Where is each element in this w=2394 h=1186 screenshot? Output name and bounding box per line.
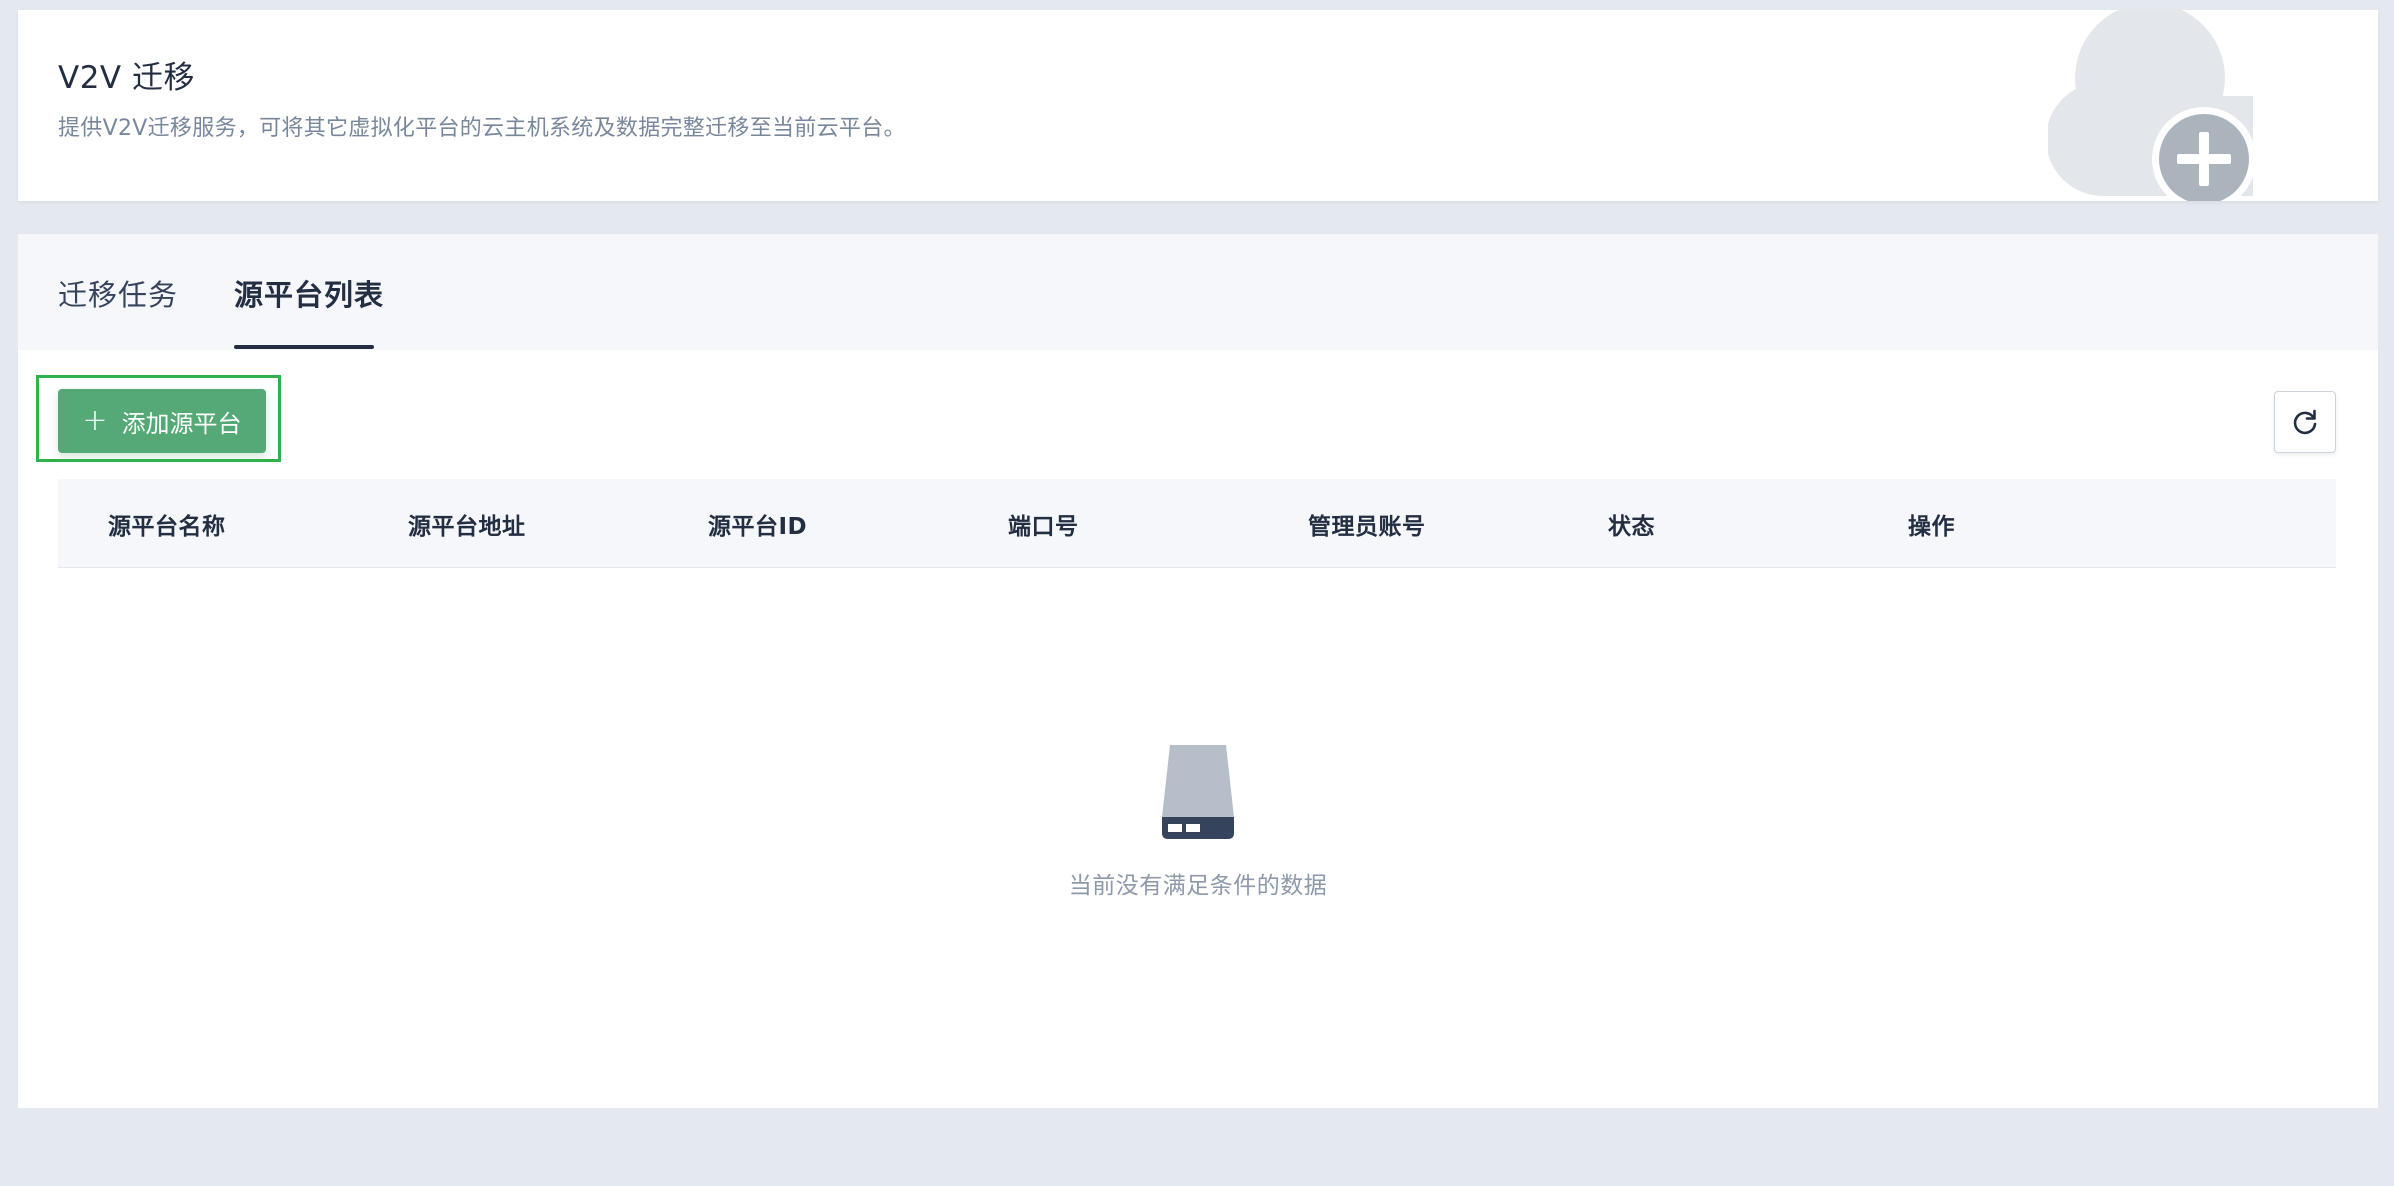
tabs-bar: 迁移任务 源平台列表	[18, 234, 2378, 350]
column-header-status[interactable]: 状态	[1608, 507, 1655, 541]
table-header: 源平台名称 源平台地址 源平台ID 端口号 管理员账号 状态 操作	[58, 479, 2336, 568]
page-title: V2V 迁移	[58, 60, 195, 96]
refresh-icon	[2293, 409, 2317, 435]
tab-migration-tasks[interactable]: 迁移任务	[58, 272, 178, 314]
add-source-platform-button[interactable]: + 添加源平台	[58, 389, 266, 453]
cloud-add-illustration-icon	[2048, 10, 2256, 201]
page-banner: V2V 迁移 提供V2V迁移服务，可将其它虚拟化平台的云主机系统及数据完整迁移至…	[18, 10, 2378, 201]
refresh-button[interactable]	[2274, 391, 2336, 453]
column-header-port[interactable]: 端口号	[1008, 507, 1079, 541]
main-card: 迁移任务 源平台列表 + 添加源平台 源平台名称 源平台地址 源平台ID 端口号…	[18, 234, 2378, 1108]
add-source-platform-label: 添加源平台	[121, 409, 242, 438]
empty-state-text: 当前没有满足条件的数据	[1068, 873, 1328, 899]
tab-source-platforms[interactable]: 源平台列表	[234, 272, 384, 314]
active-tab-indicator	[234, 345, 374, 349]
page-description: 提供V2V迁移服务，可将其它虚拟化平台的云主机系统及数据完整迁移至当前云平台。	[58, 116, 906, 141]
column-header-name[interactable]: 源平台名称	[108, 507, 226, 541]
empty-disk-icon	[1162, 745, 1234, 839]
column-header-admin-account[interactable]: 管理员账号	[1308, 507, 1426, 541]
page: V2V 迁移 提供V2V迁移服务，可将其它虚拟化平台的云主机系统及数据完整迁移至…	[0, 0, 2394, 1186]
column-header-id[interactable]: 源平台ID	[708, 507, 807, 541]
column-header-address[interactable]: 源平台地址	[408, 507, 526, 541]
column-header-actions[interactable]: 操作	[1908, 507, 1955, 541]
plus-icon: +	[82, 403, 108, 438]
